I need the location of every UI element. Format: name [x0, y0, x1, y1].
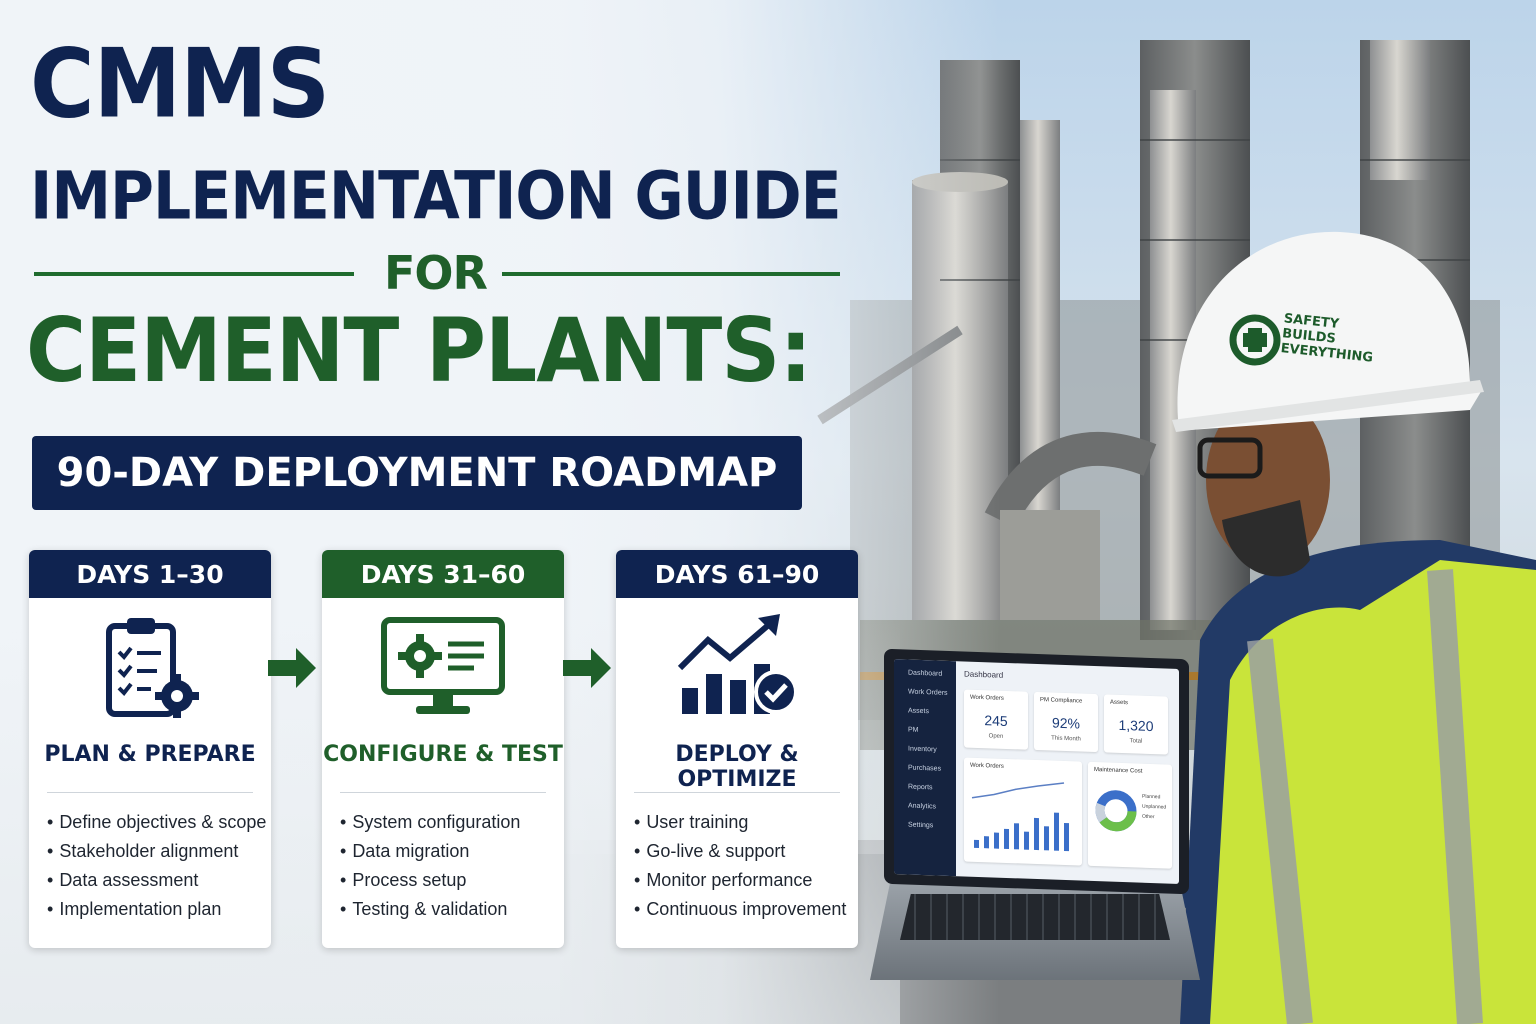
maintenance-cost-panel: Maintenance Cost Planned Unplanned Other — [1088, 761, 1172, 869]
phase-2-divider — [340, 792, 546, 793]
sidebar-item-purchases[interactable]: Purchases — [894, 758, 956, 779]
roadmap-banner: 90-DAY DEPLOYMENT ROADMAP — [32, 436, 802, 510]
sidebar-item-assets[interactable]: Assets — [894, 701, 956, 722]
phase-card-3: DAYS 61–90 DEPLOY & OPTIMIZE User traini… — [616, 550, 858, 948]
phase-3-list: User training Go-live & support Monitor … — [634, 808, 846, 924]
kpi-value: 92% — [1051, 714, 1081, 732]
kpi-label: PM Compliance — [1040, 697, 1083, 705]
phase-card-2: DAYS 31–60 CONFIGURE & TEST System confi… — [322, 550, 564, 948]
phase-1-title: PLAN & PREPARE — [44, 742, 256, 767]
phase-3-title: DEPLOY & OPTIMIZE — [675, 742, 799, 792]
list-item: Continuous improvement — [634, 895, 846, 924]
legend-item: Planned — [1142, 793, 1161, 801]
helmet-safety-text: SAFETY BUILDS EVERYTHING — [1280, 311, 1377, 365]
phase-3-divider — [634, 792, 840, 793]
laptop-keyboard — [900, 894, 1170, 940]
list-item: Data migration — [340, 837, 520, 866]
sidebar-item-analytics[interactable]: Analytics — [894, 796, 956, 817]
headline-cement-plants: CEMENT PLANTS: — [26, 300, 812, 403]
phase-1-divider — [47, 792, 253, 793]
list-item: Monitor performance — [634, 866, 846, 895]
list-item: Go-live & support — [634, 837, 846, 866]
kpi-label: Work Orders — [970, 694, 1004, 702]
phase-1-days: DAYS 1–30 — [29, 550, 271, 598]
legend-item: Unplanned — [1142, 803, 1167, 811]
arrow-right-icon — [268, 648, 316, 688]
phase-2-title: CONFIGURE & TEST — [323, 742, 563, 767]
sidebar-item-dashboard[interactable]: Dashboard — [894, 659, 956, 684]
kpi-card-work-orders: Work Orders 245 Open — [964, 689, 1028, 750]
dashboard-sidebar: Dashboard Work Orders Assets PM Inventor… — [894, 659, 956, 877]
kpi-label: Assets — [1110, 699, 1129, 707]
list-item: System configuration — [340, 808, 520, 837]
roadmap-banner-text: 90-DAY DEPLOYMENT ROADMAP — [56, 450, 778, 496]
list-item: Implementation plan — [47, 895, 266, 924]
sidebar-item-pm[interactable]: PM — [894, 720, 956, 741]
work-orders-bar-chart — [971, 782, 1069, 852]
clipboard-checklist-gear-icon — [106, 618, 199, 718]
dashboard-title: Dashboard — [964, 669, 1004, 680]
work-orders-panel: Work Orders — [964, 757, 1082, 866]
kpi-card-pm-compliance: PM Compliance 92% This Month — [1034, 691, 1098, 753]
phase-1-list: Define objectives & scope Stakeholder al… — [47, 808, 266, 924]
headline-for-row: FOR — [34, 246, 840, 306]
sidebar-item-reports[interactable]: Reports — [894, 777, 956, 798]
laptop-screen: Dashboard Work Orders Assets PM Inventor… — [884, 648, 1189, 895]
headline-implementation-guide: IMPLEMENTATION GUIDE — [30, 158, 842, 235]
list-item: Testing & validation — [340, 895, 520, 924]
legend-item: Other — [1142, 813, 1155, 821]
headline-cmms: CMMS — [30, 28, 330, 140]
kpi-sub: Total — [1129, 738, 1143, 745]
arrow-right-icon — [563, 648, 611, 688]
kpi-sub: This Month — [1051, 735, 1081, 743]
growth-chart-check-icon — [677, 614, 798, 714]
headline-for: FOR — [384, 246, 488, 300]
for-rule-right — [502, 272, 840, 276]
panel-label: Work Orders — [970, 762, 1004, 770]
phase-3-days: DAYS 61–90 — [616, 550, 858, 598]
phase-2-days: DAYS 31–60 — [322, 550, 564, 598]
maintenance-cost-donut — [1095, 790, 1137, 832]
kpi-value: 245 — [984, 712, 1008, 729]
list-item: Data assessment — [47, 866, 266, 895]
list-item: User training — [634, 808, 846, 837]
phase-card-1: DAYS 1–30 PLAN & PREPARE Define objectiv… — [29, 550, 271, 948]
phase-2-list: System configuration Data migration Proc… — [340, 808, 520, 924]
kpi-card-assets: Assets 1,320 Total — [1104, 694, 1168, 755]
kpi-value: 1,320 — [1118, 716, 1154, 735]
sidebar-item-inventory[interactable]: Inventory — [894, 739, 956, 760]
sidebar-item-work-orders[interactable]: Work Orders — [894, 682, 956, 703]
kpi-sub: Open — [988, 733, 1004, 740]
for-rule-left — [34, 272, 354, 276]
list-item: Stakeholder alignment — [47, 837, 266, 866]
cmms-dashboard: Dashboard Work Orders Assets PM Inventor… — [894, 659, 1179, 884]
monitor-gear-icon — [381, 617, 505, 714]
list-item: Process setup — [340, 866, 520, 895]
list-item: Define objectives & scope — [47, 808, 266, 837]
sidebar-item-settings[interactable]: Settings — [894, 815, 956, 836]
